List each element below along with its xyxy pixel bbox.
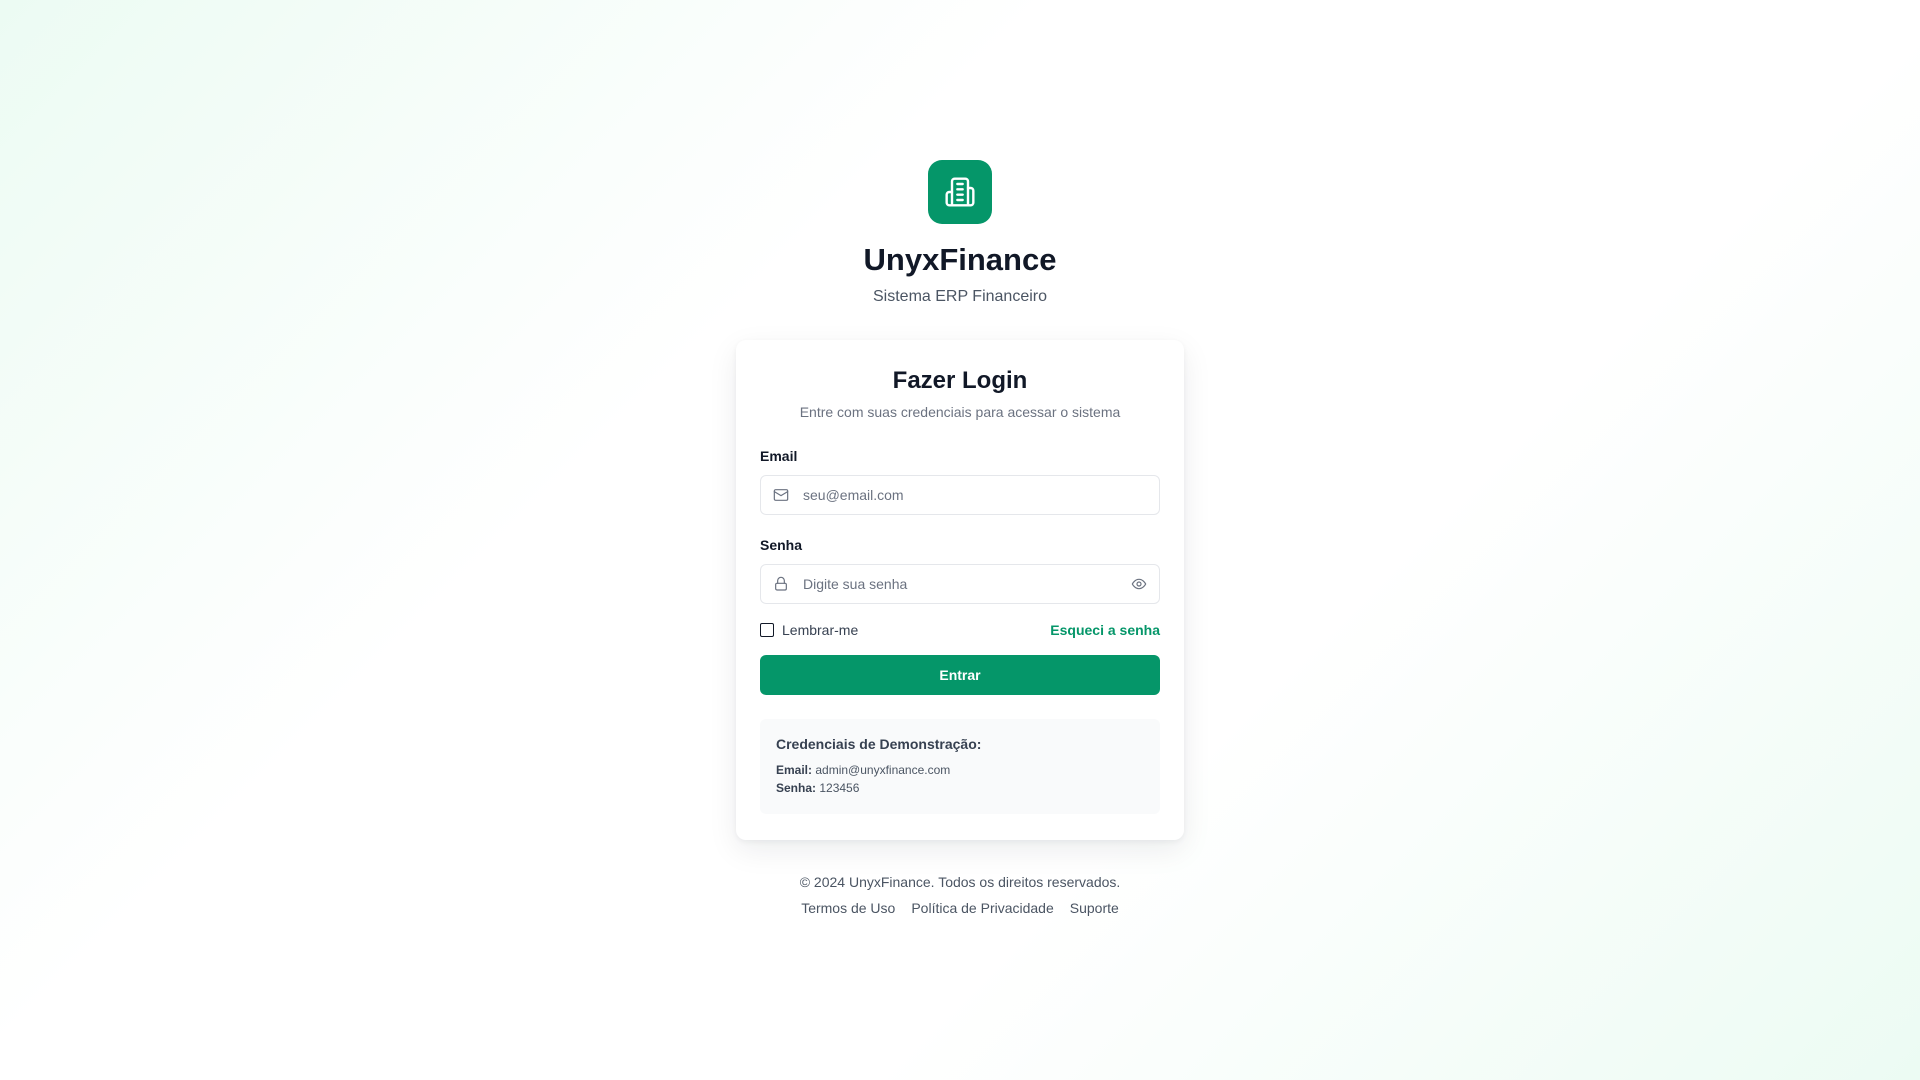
password-input[interactable] <box>801 575 1131 593</box>
privacy-link[interactable]: Política de Privacidade <box>911 900 1053 916</box>
demo-email-label: Email: <box>776 763 813 777</box>
demo-email: Email: admin@unyxfinance.com <box>776 761 1144 779</box>
eye-icon[interactable] <box>1131 576 1147 592</box>
demo-password-value: 123456 <box>819 781 860 795</box>
demo-title: Credenciais de Demonstração: <box>776 736 982 752</box>
forgot-password-link[interactable]: Esqueci a senha <box>1050 622 1160 638</box>
login-subtitle: Entre com suas credenciais para acessar … <box>799 404 1121 420</box>
login-title: Fazer Login <box>892 367 1028 394</box>
page-footer: © 2024 UnyxFinance. Todos os direitos re… <box>0 872 1920 916</box>
remember-me-label: Lembrar-me <box>782 622 859 638</box>
app-name: UnyxFinance <box>863 242 1057 277</box>
email-label: Email <box>760 448 798 464</box>
lock-icon <box>773 576 789 592</box>
demo-password-label: Senha: <box>776 781 817 795</box>
support-link[interactable]: Suporte <box>1070 900 1119 916</box>
footer-links: Termos de Uso Política de Privacidade Su… <box>0 900 1920 916</box>
demo-credentials: Credenciais de Demonstração: Email: admi… <box>760 719 1160 814</box>
demo-email-value: admin@unyxfinance.com <box>815 763 951 777</box>
terms-link[interactable]: Termos de Uso <box>801 900 895 916</box>
brand-header: UnyxFinance Sistema ERP Financeiro <box>0 160 1920 308</box>
app-logo <box>928 160 992 224</box>
app-subtitle: Sistema ERP Financeiro <box>873 288 1047 305</box>
email-input[interactable] <box>801 486 1147 504</box>
login-page: UnyxFinance Sistema ERP Financeiro Fazer… <box>0 0 1920 1080</box>
remember-me-checkbox[interactable] <box>760 623 774 637</box>
remember-me[interactable]: Lembrar-me <box>760 622 858 638</box>
copyright: © 2024 UnyxFinance. Todos os direitos re… <box>799 874 1121 890</box>
password-field-wrapper <box>760 564 1160 604</box>
login-button[interactable]: Entrar <box>760 655 1160 695</box>
mail-icon <box>773 487 789 503</box>
email-field-wrapper <box>760 475 1160 515</box>
password-label: Senha <box>760 537 803 553</box>
building-icon <box>944 176 976 208</box>
login-card: Fazer Login Entre com suas credenciais p… <box>736 340 1184 840</box>
login-options-row: Lembrar-me Esqueci a senha <box>760 622 1160 638</box>
demo-password: Senha: 123456 <box>776 779 1144 797</box>
